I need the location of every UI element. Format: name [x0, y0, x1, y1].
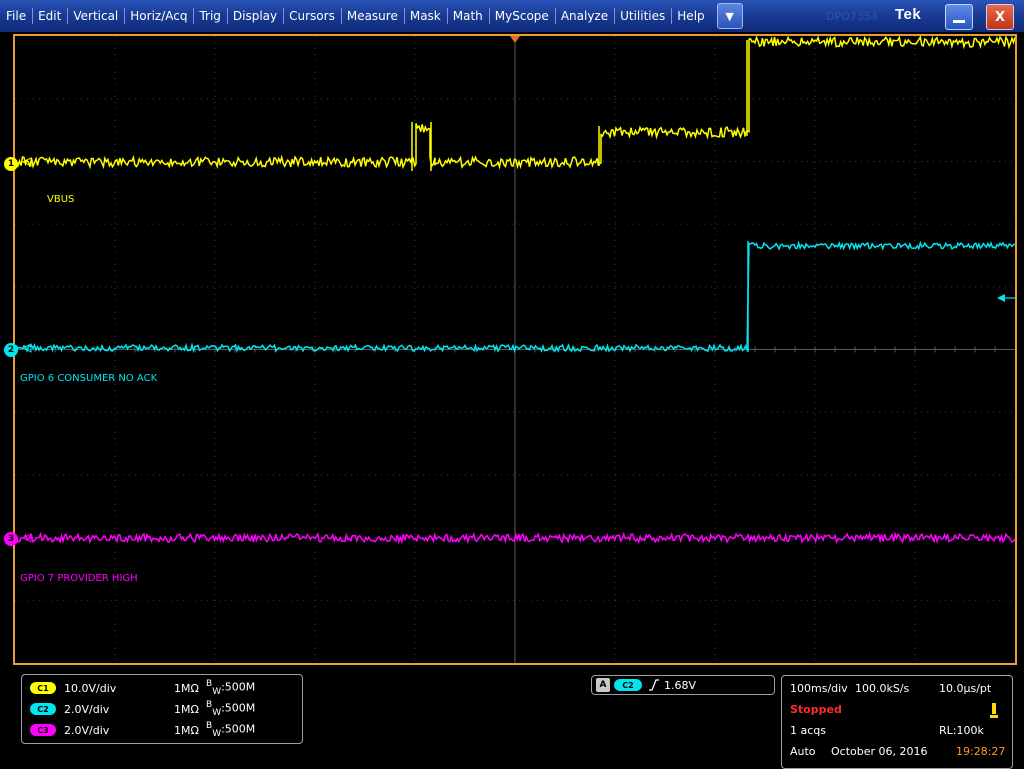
acquisition-date: October 06, 2016	[831, 745, 928, 758]
acquisition-time: 19:28:27	[956, 745, 1005, 758]
ch1-scale: 10.0V/div	[64, 682, 174, 695]
record-length: RL:100k	[939, 724, 984, 737]
trigger-settings-panel[interactable]: A C2 1.68V	[591, 675, 775, 695]
ch3-waveform	[15, 534, 1015, 542]
trigger-source-badge: C2	[614, 679, 642, 691]
acquisition-panel[interactable]: 100ms/div 100.0kS/s 10.0μs/pt Stopped 1 …	[781, 675, 1013, 769]
time-resolution: 10.0μs/pt	[939, 682, 991, 695]
ch1-label: VBUS	[47, 194, 74, 205]
acquisition-count: 1 acqs	[790, 724, 826, 737]
dropdown-arrow-icon[interactable]: ▼	[717, 3, 743, 29]
ch2-label: GPIO 6 CONSUMER NO ACK	[20, 373, 157, 384]
menu-cursors[interactable]: Cursors	[283, 0, 341, 32]
ch1-ground-marker[interactable]: 1	[4, 157, 18, 171]
minimize-icon	[953, 20, 965, 23]
ch1-badge: C1	[30, 682, 56, 694]
ch1-impedance: 1MΩ	[174, 682, 206, 695]
trigger-level: 1.68V	[664, 679, 696, 692]
ch2-bandwidth: BW:500M	[206, 700, 255, 718]
ch2-badge: C2	[30, 703, 56, 715]
ch2-impedance: 1MΩ	[174, 703, 206, 716]
menu-horiz-acq[interactable]: Horiz/Acq	[124, 0, 193, 32]
status-area: C1 10.0V/div 1MΩ BW:500M C2 2.0V/div 1MΩ…	[0, 667, 1024, 768]
ch3-scale: 2.0V/div	[64, 724, 174, 737]
menu-vertical[interactable]: Vertical	[67, 0, 124, 32]
rising-edge-icon	[648, 678, 660, 692]
menu-measure[interactable]: Measure	[341, 0, 404, 32]
ch2-scale: 2.0V/div	[64, 703, 174, 716]
trigger-position-marker	[510, 36, 520, 43]
ch3-bandwidth: BW:500M	[206, 721, 255, 739]
menu-file[interactable]: File	[0, 0, 32, 32]
ch1-settings-row[interactable]: C1 10.0V/div 1MΩ BW:500M	[30, 680, 255, 696]
ch3-label: GPIO 7 PROVIDER HIGH	[20, 573, 138, 584]
ch2-ground-marker[interactable]: 2	[4, 343, 18, 357]
menu-math[interactable]: Math	[447, 0, 489, 32]
ch3-settings-row[interactable]: C3 2.0V/div 1MΩ BW:500M	[30, 722, 255, 738]
menu-help[interactable]: Help	[671, 0, 710, 32]
menu-analyze[interactable]: Analyze	[555, 0, 614, 32]
menu-trig[interactable]: Trig	[193, 0, 226, 32]
brand-logo: Tek	[895, 6, 921, 23]
ch2-settings-row[interactable]: C2 2.0V/div 1MΩ BW:500M	[30, 701, 255, 717]
trigger-status-icon	[989, 703, 999, 719]
sample-rate: 100.0kS/s	[855, 682, 909, 695]
menu-myscope[interactable]: MyScope	[489, 0, 555, 32]
ch3-impedance: 1MΩ	[174, 724, 206, 737]
graticule-grid	[15, 36, 1015, 663]
menu-mask[interactable]: Mask	[404, 0, 447, 32]
model-watermark: DPO7354	[826, 10, 878, 23]
minimize-button[interactable]	[945, 4, 973, 30]
trigger-mode-badge: A	[596, 678, 610, 692]
ch3-badge: C3	[30, 724, 56, 736]
timebase: 100ms/div	[790, 682, 848, 695]
trigger-mode: Auto	[790, 745, 816, 758]
vertical-settings-panel[interactable]: C1 10.0V/div 1MΩ BW:500M C2 2.0V/div 1MΩ…	[21, 674, 303, 744]
menu-utilities[interactable]: Utilities	[614, 0, 671, 32]
ch1-bandwidth: BW:500M	[206, 679, 255, 697]
menu-display[interactable]: Display	[227, 0, 283, 32]
waveform-graticule[interactable]: VBUS GPIO 6 CONSUMER NO ACK GPIO 7 PROVI…	[13, 34, 1017, 665]
menu-edit[interactable]: Edit	[32, 0, 67, 32]
acquisition-state: Stopped	[790, 703, 842, 716]
ch3-ground-marker[interactable]: 3	[4, 532, 18, 546]
close-button[interactable]: X	[986, 4, 1014, 30]
